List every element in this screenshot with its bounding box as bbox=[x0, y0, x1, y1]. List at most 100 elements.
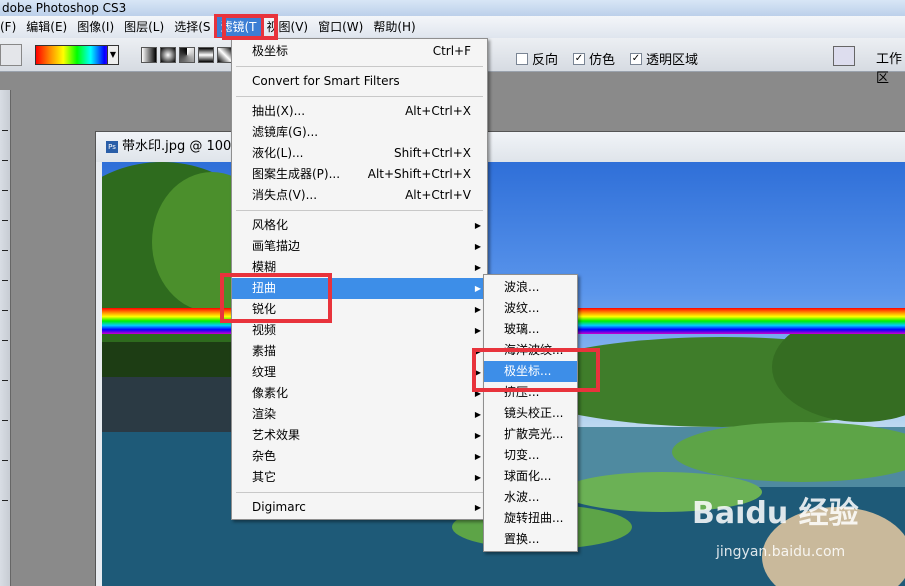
radial-gradient-button[interactable] bbox=[160, 47, 176, 63]
menu-layer[interactable]: 图层(L) bbox=[119, 16, 169, 38]
tool-tick[interactable] bbox=[2, 190, 8, 191]
workspace-button[interactable]: 工作区 bbox=[876, 48, 905, 86]
menu-item-shortcut: Alt+Ctrl+X bbox=[405, 104, 471, 118]
menu-item-artistic[interactable]: 艺术效果 ▶ bbox=[232, 425, 487, 446]
menu-item-distort[interactable]: 扭曲 ▶ bbox=[232, 278, 487, 299]
menu-file[interactable]: (F) bbox=[0, 16, 21, 38]
checkbox-box[interactable] bbox=[516, 52, 528, 65]
dither-checkbox[interactable]: ✓ 仿色 bbox=[573, 49, 615, 68]
menu-item-shortcut: Alt+Shift+Ctrl+X bbox=[367, 167, 471, 181]
submenu-item-diffuse-glow[interactable]: 扩散亮光... bbox=[484, 424, 577, 445]
submenu-item-ocean-ripple[interactable]: 海洋波纹... bbox=[484, 340, 577, 361]
menu-item-sharpen[interactable]: 锐化 ▶ bbox=[232, 299, 487, 320]
menu-item-digimarc[interactable]: Digimarc ▶ bbox=[232, 497, 487, 518]
menu-item-sketch[interactable]: 素描 ▶ bbox=[232, 341, 487, 362]
menu-item-label: 画笔描边 bbox=[252, 239, 301, 253]
document-title: 带水印.jpg @ 100% bbox=[122, 139, 244, 154]
angle-gradient-button[interactable] bbox=[179, 47, 195, 63]
submenu-item-glass[interactable]: 玻璃... bbox=[484, 319, 577, 340]
menu-view[interactable]: 视图(V) bbox=[262, 16, 314, 38]
checkbox-box[interactable]: ✓ bbox=[573, 52, 585, 65]
menu-item-blur[interactable]: 模糊 ▶ bbox=[232, 257, 487, 278]
tool-tick[interactable] bbox=[2, 380, 8, 381]
menu-item-pixelate[interactable]: 像素化 ▶ bbox=[232, 383, 487, 404]
tool-tick[interactable] bbox=[2, 280, 8, 281]
baidu-watermark-url: jingyan.baidu.com bbox=[716, 544, 846, 560]
toolbox bbox=[0, 90, 11, 586]
menu-bar: (F) 编辑(E) 图像(I) 图层(L) 选择(S 滤镜(T 视图(V) 窗口… bbox=[0, 14, 905, 40]
menu-item-label: 极坐标 bbox=[252, 44, 289, 58]
menu-item-label: 模糊 bbox=[252, 260, 277, 274]
distort-submenu: 波浪... 波纹... 玻璃... 海洋波纹... 极坐标... 挤压... 镜… bbox=[483, 274, 578, 552]
menu-item-shortcut: Shift+Ctrl+X bbox=[394, 146, 471, 160]
menu-item-filter-gallery[interactable]: 滤镜库(G)... bbox=[232, 122, 487, 143]
menu-item-label: 视频 bbox=[252, 323, 277, 337]
submenu-arrow-icon: ▶ bbox=[474, 221, 481, 230]
menu-image[interactable]: 图像(I) bbox=[72, 16, 119, 38]
menu-item-label: 渲染 bbox=[252, 407, 277, 421]
menu-item-liquify[interactable]: 液化(L)... Shift+Ctrl+X bbox=[232, 143, 487, 164]
bridge-icon[interactable] bbox=[833, 46, 855, 66]
linear-gradient-button[interactable] bbox=[141, 47, 157, 63]
menu-item-vanishing-point[interactable]: 消失点(V)... Alt+Ctrl+V bbox=[232, 185, 487, 206]
menu-item-label: 扭曲 bbox=[252, 281, 277, 295]
submenu-arrow-icon: ▶ bbox=[474, 305, 481, 314]
submenu-item-wave[interactable]: 波浪... bbox=[484, 277, 577, 298]
menu-item-smart-filters[interactable]: Convert for Smart Filters bbox=[232, 71, 487, 92]
tool-tick[interactable] bbox=[2, 340, 8, 341]
tool-tick[interactable] bbox=[2, 460, 8, 461]
reverse-label: 反向 bbox=[532, 53, 559, 68]
submenu-arrow-icon: ▶ bbox=[474, 284, 481, 293]
menu-select[interactable]: 选择(S bbox=[169, 16, 215, 38]
dither-label: 仿色 bbox=[589, 53, 616, 68]
submenu-item-lens-correction[interactable]: 镜头校正... bbox=[484, 403, 577, 424]
reverse-checkbox[interactable]: 反向 bbox=[516, 49, 558, 68]
menu-help[interactable]: 帮助(H) bbox=[368, 16, 420, 38]
transparency-checkbox[interactable]: ✓ 透明区域 bbox=[630, 49, 698, 68]
menu-item-stylize[interactable]: 风格化 ▶ bbox=[232, 215, 487, 236]
menu-item-noise[interactable]: 杂色 ▶ bbox=[232, 446, 487, 467]
reflected-gradient-button[interactable] bbox=[198, 47, 214, 63]
menu-item-label: 艺术效果 bbox=[252, 428, 301, 442]
menu-separator bbox=[236, 492, 483, 493]
tool-tick[interactable] bbox=[2, 310, 8, 311]
tool-preset-icon[interactable] bbox=[0, 44, 22, 66]
menu-filter[interactable]: 滤镜(T bbox=[213, 14, 264, 40]
tool-tick[interactable] bbox=[2, 500, 8, 501]
submenu-arrow-icon: ▶ bbox=[474, 452, 481, 461]
title-bar: dobe Photoshop CS3 bbox=[0, 0, 905, 16]
tool-tick[interactable] bbox=[2, 220, 8, 221]
submenu-item-twirl[interactable]: 旋转扭曲... bbox=[484, 508, 577, 529]
menu-item-label: 杂色 bbox=[252, 449, 277, 463]
menu-item-last-filter[interactable]: 极坐标 Ctrl+F bbox=[232, 41, 487, 62]
menu-item-brush-strokes[interactable]: 画笔描边 ▶ bbox=[232, 236, 487, 257]
document-title-bar[interactable]: Ps 带水印.jpg @ 100% bbox=[96, 132, 905, 162]
submenu-item-ripple[interactable]: 波纹... bbox=[484, 298, 577, 319]
submenu-item-shear[interactable]: 切变... bbox=[484, 445, 577, 466]
menu-item-label: 像素化 bbox=[252, 386, 289, 400]
menu-item-texture[interactable]: 纹理 ▶ bbox=[232, 362, 487, 383]
menu-item-video[interactable]: 视频 ▶ bbox=[232, 320, 487, 341]
submenu-item-spherize[interactable]: 球面化... bbox=[484, 466, 577, 487]
menu-item-label: 图案生成器(P)... bbox=[252, 167, 341, 181]
menu-window[interactable]: 窗口(W) bbox=[313, 16, 368, 38]
tool-tick[interactable] bbox=[2, 420, 8, 421]
submenu-item-zigzag[interactable]: 水波... bbox=[484, 487, 577, 508]
tool-tick[interactable] bbox=[2, 160, 8, 161]
submenu-item-polar-coordinates[interactable]: 极坐标... bbox=[484, 361, 577, 382]
checkbox-box[interactable]: ✓ bbox=[630, 52, 642, 65]
menu-edit[interactable]: 编辑(E) bbox=[21, 16, 72, 38]
tool-tick[interactable] bbox=[2, 250, 8, 251]
submenu-arrow-icon: ▶ bbox=[474, 347, 481, 356]
menu-item-extract[interactable]: 抽出(X)... Alt+Ctrl+X bbox=[232, 101, 487, 122]
menu-item-render[interactable]: 渲染 ▶ bbox=[232, 404, 487, 425]
chevron-down-icon[interactable]: ▼ bbox=[107, 45, 119, 65]
submenu-item-displace[interactable]: 置换... bbox=[484, 529, 577, 550]
menu-item-label: 抽出(X)... bbox=[252, 104, 306, 118]
menu-item-other[interactable]: 其它 ▶ bbox=[232, 467, 487, 488]
menu-item-label: 纹理 bbox=[252, 365, 277, 379]
tool-tick[interactable] bbox=[2, 130, 8, 131]
menu-item-pattern-maker[interactable]: 图案生成器(P)... Alt+Shift+Ctrl+X bbox=[232, 164, 487, 185]
menu-separator bbox=[236, 96, 483, 97]
submenu-item-pinch[interactable]: 挤压... bbox=[484, 382, 577, 403]
